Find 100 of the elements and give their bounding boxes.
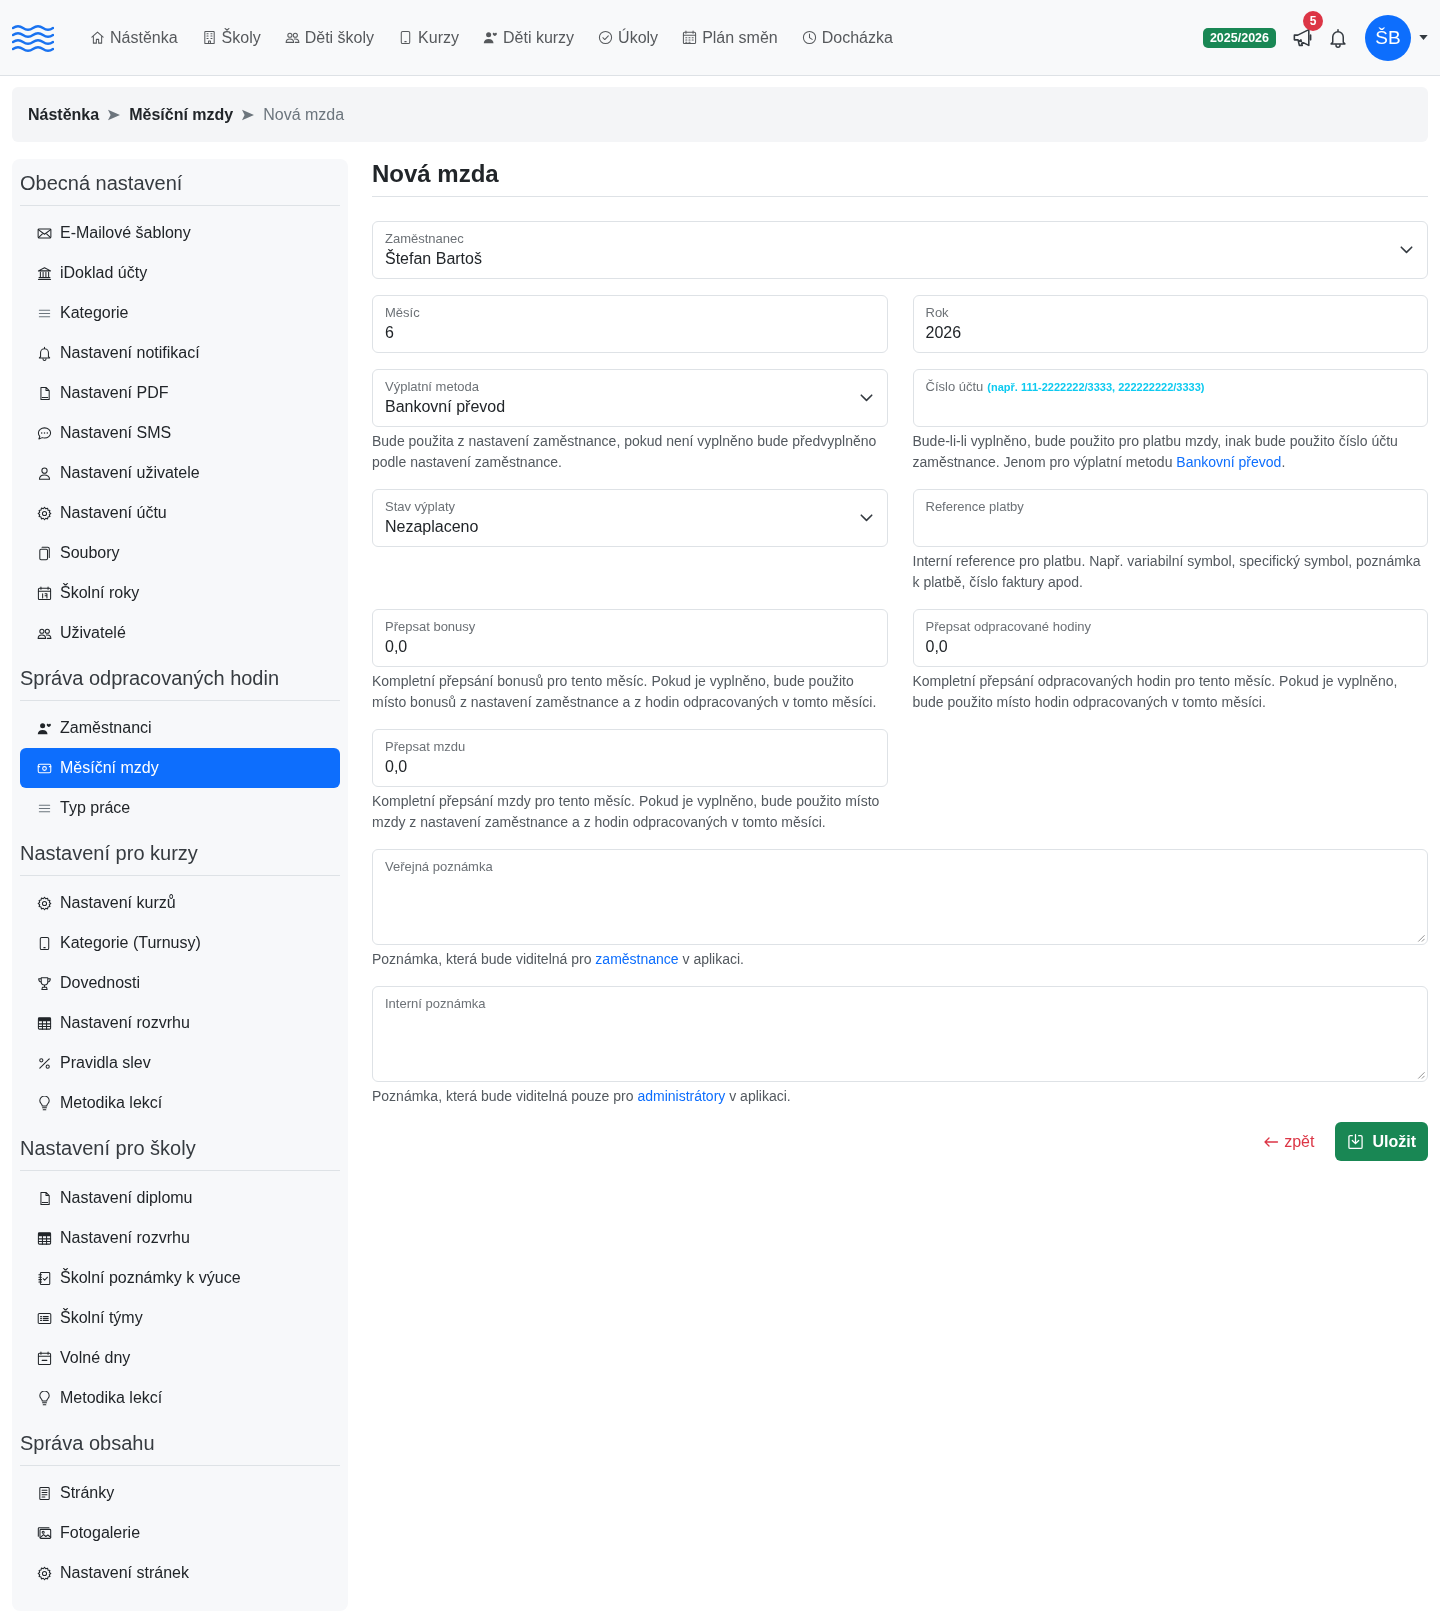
field-label: Přepsat odpracované hodiny (925, 619, 1091, 635)
textarea-field[interactable]: Interní poznámka (372, 986, 1428, 1082)
nav-link[interactable]: Děti kurzy (483, 28, 575, 47)
select-field[interactable]: Zaměstnanec Štefan Bartoš (372, 221, 1428, 279)
sidebar-item[interactable]: Nastavení notifikací (20, 333, 340, 373)
gear-icon (37, 895, 52, 911)
input-field[interactable]: Měsíc 6 (372, 295, 888, 353)
field-value: Bankovní převod (385, 397, 506, 417)
nav-link[interactable]: Nástěnka (90, 28, 178, 47)
waves-logo-icon[interactable] (12, 23, 54, 52)
breadcrumb-link[interactable]: Nástěnka (28, 105, 100, 124)
input-field[interactable]: Číslo účtu (např. 111-2222222/3333, 222222222/3333) (912, 369, 1428, 427)
bell-icon[interactable] (1328, 27, 1348, 48)
nav-link[interactable]: Docházka (801, 28, 893, 47)
sidebar-item[interactable]: Soubory (20, 533, 340, 573)
sidebar-item[interactable]: iDoklad účty (20, 253, 340, 293)
field-label: Číslo účtu (925, 379, 984, 395)
megaphone-icon[interactable] (1292, 27, 1313, 48)
sidebar-item[interactable]: Kategorie (20, 293, 340, 333)
school-year-badge: 2025/2026 (1202, 27, 1276, 48)
nav-link[interactable]: Děti školy (284, 28, 375, 47)
input-field[interactable]: Přepsat mzdu 0,0 (372, 729, 888, 787)
field-label: Stav výplaty (385, 499, 456, 515)
card-list-icon (37, 1310, 52, 1326)
breadcrumb-link[interactable]: Měsíční mzdy (129, 105, 234, 124)
nav-link[interactable]: Kurzy (398, 28, 459, 47)
pdf-file-icon (37, 385, 52, 401)
sidebar-item[interactable]: Školní týmy (20, 1298, 340, 1338)
nav-link[interactable]: Školy (201, 28, 261, 47)
help-link[interactable]: administrátory (637, 1088, 726, 1104)
sidebar-item[interactable]: Školní poznámky k výuce (20, 1258, 340, 1298)
notification-count-badge: 5 (1303, 11, 1323, 31)
field-label: Přepsat mzdu (385, 739, 466, 755)
sidebar-item[interactable]: Nastavení diplomu (20, 1178, 340, 1218)
sidebar-item[interactable]: Zaměstnanci (20, 708, 340, 748)
nav-link[interactable]: Plán směn (682, 28, 778, 47)
sidebar-item[interactable]: Metodika lekcí (20, 1378, 340, 1418)
field-value: 0,0 (925, 637, 948, 657)
calendar-icon (682, 30, 698, 45)
input-field[interactable]: Reference platby (912, 489, 1428, 547)
input-field[interactable]: Přepsat bonusy 0,0 (372, 609, 888, 667)
back-link[interactable]: zpět (1263, 1132, 1315, 1151)
field-value: 0,0 (385, 637, 408, 657)
chevron-down-icon (859, 514, 873, 522)
field-hint: (např. 111-2222222/3333, 222222222/3333) (987, 380, 1205, 395)
nav-link[interactable]: Úkoly (598, 28, 659, 47)
sidebar-item[interactable]: Nastavení uživatele (20, 453, 340, 493)
check-circle-icon (598, 30, 614, 45)
user-avatar[interactable]: ŠB (1365, 14, 1411, 61)
help-text: Kompletní přepsání odpracovaných hodin pro tento měsíc. Pokud je vyplněno, bude použito místo hodin odpracovaných v tomto měsíci. (912, 672, 1399, 712)
sidebar-item[interactable]: Školní roky (20, 573, 340, 613)
gear-icon (37, 505, 52, 521)
sidebar-item[interactable]: Nastavení účtu (20, 493, 340, 533)
resize-grip-icon[interactable] (1416, 1070, 1425, 1079)
select-field[interactable]: Výplatní metoda Bankovní převod (372, 369, 888, 427)
help-text: Bude použita z nastavení zaměstnance, pokud není vyplněno bude předvyplněno podle nastavení zaměstnance. (372, 432, 878, 472)
tablet-icon (37, 935, 52, 951)
sidebar-item[interactable]: Typ práce (20, 788, 340, 828)
caret-icon[interactable] (1419, 35, 1428, 40)
sidebar-heading: Nastavení pro školy (20, 1136, 197, 1160)
sidebar-item[interactable]: Nastavení SMS (20, 413, 340, 453)
person-heart-icon (37, 720, 52, 736)
sidebar-item[interactable]: Nastavení rozvrhu (20, 1003, 340, 1043)
input-field[interactable]: Rok 2026 (912, 295, 1428, 353)
sidebar-item[interactable]: Měsíční mzdy (20, 748, 340, 788)
chat-icon (37, 425, 52, 441)
breadcrumb-separator-icon (242, 108, 255, 121)
gear-icon (37, 1565, 52, 1581)
select-field[interactable]: Stav výplaty Nezaplaceno (372, 489, 888, 547)
sidebar-item[interactable]: Nastavení stránek (20, 1553, 340, 1593)
save-button[interactable]: Uložit (1335, 1122, 1428, 1161)
sidebar-heading: Obecná nastavení (20, 171, 184, 195)
sidebar-item[interactable]: Volné dny (20, 1338, 340, 1378)
field-value: 0,0 (385, 757, 408, 777)
input-field[interactable]: Přepsat odpracované hodiny 0,0 (912, 609, 1428, 667)
sidebar-item[interactable]: Fotogalerie (20, 1513, 340, 1553)
help-text: Poznámka, která bude viditelná pro zaměstnance v aplikaci. (372, 950, 745, 969)
sidebar-item[interactable]: Kategorie (Turnusy) (20, 923, 340, 963)
field-label: Veřejná poznámka (385, 859, 493, 875)
calendar-day-icon (37, 585, 52, 601)
textarea-field[interactable]: Veřejná poznámka (372, 849, 1428, 945)
sidebar-item[interactable]: Stránky (20, 1473, 340, 1513)
breadcrumb-current: Nová mzda (263, 105, 345, 124)
sidebar-item[interactable]: Pravidla slev (20, 1043, 340, 1083)
resize-grip-icon[interactable] (1416, 933, 1425, 942)
person-heart-icon (483, 30, 498, 45)
sidebar-item[interactable]: Nastavení PDF (20, 373, 340, 413)
field-label: Reference platby (925, 499, 1024, 515)
sidebar-item[interactable]: Metodika lekcí (20, 1083, 340, 1123)
help-text: Bude-li-li vyplněno, bude použito pro platbu mzdy, inak bude použito číslo účtu zaměstnance. Jenom pro výplatní metodu Bankovní převod. (912, 432, 1399, 472)
sidebar-item[interactable]: Uživatelé (20, 613, 340, 653)
trophy-icon (37, 975, 52, 991)
sidebar-item[interactable]: E-Mailové šablony (20, 213, 340, 253)
field-value: 2026 (925, 323, 962, 343)
sidebar-item[interactable]: Dovednosti (20, 963, 340, 1003)
help-link[interactable]: zaměstnance (595, 951, 679, 967)
files-icon (37, 545, 52, 561)
sidebar-item[interactable]: Nastavení rozvrhu (20, 1218, 340, 1258)
sidebar-heading: Nastavení pro kurzy (20, 841, 199, 865)
sidebar-item[interactable]: Nastavení kurzů (20, 883, 340, 923)
